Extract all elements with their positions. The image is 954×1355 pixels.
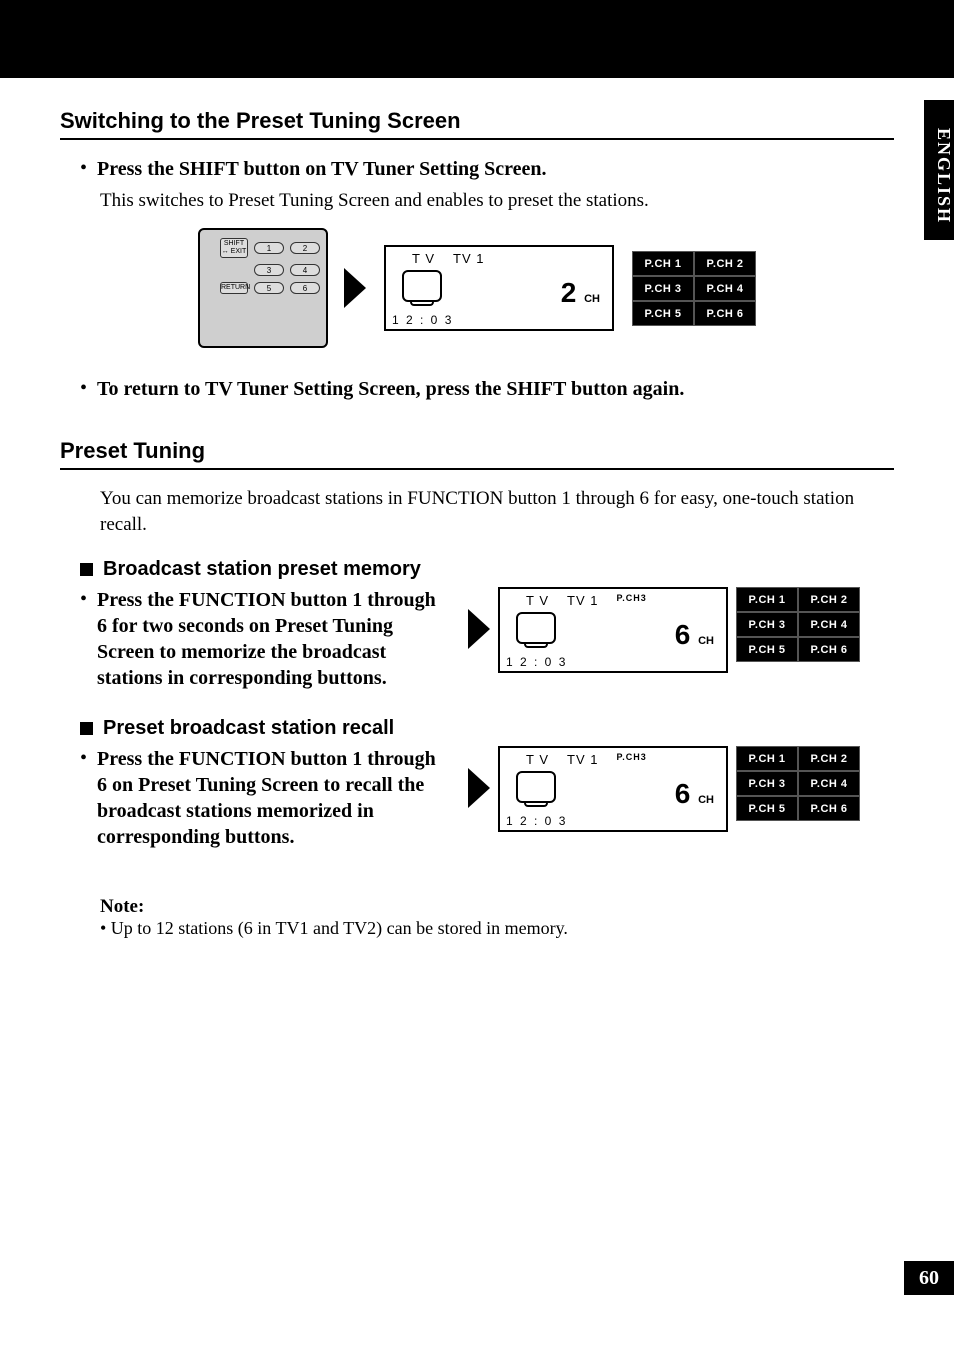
tv-screen-2: T V TV 1 P.CH3 6 CH 1 2 : 0 3	[498, 587, 728, 673]
description-text: This switches to Preset Tuning Screen an…	[100, 188, 894, 214]
remote-button-2: 2	[290, 242, 320, 254]
pch-cell-2: P.CH 2	[798, 746, 860, 771]
tv-channel: 2 CH	[561, 277, 600, 309]
sub-heading-memory: Broadcast station preset memory	[60, 558, 894, 581]
bullet-text: Press the SHIFT button on TV Tuner Setti…	[97, 156, 547, 182]
section-title-preset: Preset Tuning	[60, 438, 894, 470]
tv-icon	[402, 270, 442, 302]
tv-time: 1 2 : 0 3	[392, 313, 453, 327]
sub-heading-text: Broadcast station preset memory	[103, 558, 421, 581]
tv-pch-label: P.CH3	[616, 752, 646, 767]
pch-cell-4: P.CH 4	[798, 771, 860, 796]
tv-time: 1 2 : 0 3	[506, 814, 567, 828]
tv-channel: 6 CH	[675, 778, 714, 810]
arrow-right-icon	[346, 270, 366, 306]
note-text: • Up to 12 stations (6 in TV1 and TV2) c…	[100, 918, 894, 939]
remote-diagram: SHIFT ↔ EXIT 1 2 3 4 RETURN 5 6	[198, 228, 328, 348]
bullet-row: • Press the FUNCTION button 1 through 6 …	[80, 587, 440, 691]
remote-button-6: 6	[290, 282, 320, 294]
arrow-right-icon	[470, 770, 490, 806]
bullet-text: Press the FUNCTION button 1 through 6 fo…	[97, 587, 440, 691]
note-block: Note: • Up to 12 stations (6 in TV1 and …	[100, 896, 894, 939]
remote-shift-button: SHIFT ↔ EXIT	[220, 238, 248, 258]
bullet-row: • To return to TV Tuner Setting Screen, …	[80, 376, 894, 402]
tv-channel: 6 CH	[675, 619, 714, 651]
remote-button-3: 3	[254, 264, 284, 276]
pch-cell-1: P.CH 1	[736, 746, 798, 771]
pch-grid: P.CH 1 P.CH 2 P.CH 3 P.CH 4 P.CH 5 P.CH …	[736, 746, 860, 821]
pch-grid: P.CH 1 P.CH 2 P.CH 3 P.CH 4 P.CH 5 P.CH …	[632, 251, 756, 326]
page-content: Switching to the Preset Tuning Screen • …	[0, 78, 954, 939]
language-tab: ENGLISH	[924, 100, 954, 240]
two-column-row: • Press the FUNCTION button 1 through 6 …	[60, 587, 894, 697]
tv-label: T V	[526, 752, 549, 767]
pch-cell-1: P.CH 1	[632, 251, 694, 276]
sub-heading-recall: Preset broadcast station recall	[60, 717, 894, 740]
pch-cell-5: P.CH 5	[736, 637, 798, 662]
bullet-icon: •	[80, 587, 87, 611]
pch-cell-3: P.CH 3	[736, 612, 798, 637]
tv-screen-1: T V TV 1 2 CH 1 2 : 0 3	[384, 245, 614, 331]
pch-grid: P.CH 1 P.CH 2 P.CH 3 P.CH 4 P.CH 5 P.CH …	[736, 587, 860, 662]
section-title-switching: Switching to the Preset Tuning Screen	[60, 108, 894, 140]
tv-sublabel: TV 1	[567, 752, 598, 767]
sub-heading-text: Preset broadcast station recall	[103, 717, 394, 740]
tv-label: T V	[526, 593, 549, 608]
pch-cell-2: P.CH 2	[694, 251, 756, 276]
pch-cell-1: P.CH 1	[736, 587, 798, 612]
tv-sublabel: TV 1	[567, 593, 598, 608]
remote-button-5: 5	[254, 282, 284, 294]
bullet-row: • Press the FUNCTION button 1 through 6 …	[80, 746, 440, 850]
tv-icon	[516, 612, 556, 644]
arrow-right-icon	[470, 611, 490, 647]
pch-cell-3: P.CH 3	[632, 276, 694, 301]
pch-cell-6: P.CH 6	[798, 796, 860, 821]
tv-screen-3: T V TV 1 P.CH3 6 CH 1 2 : 0 3	[498, 746, 728, 832]
square-icon	[80, 722, 93, 735]
section-intro: You can memorize broadcast stations in F…	[100, 486, 894, 538]
tv-icon	[516, 771, 556, 803]
tv-pch-label: P.CH3	[616, 593, 646, 608]
remote-button-1: 1	[254, 242, 284, 254]
bullet-text: Press the FUNCTION button 1 through 6 on…	[97, 746, 440, 850]
page-header-bar	[0, 0, 954, 78]
tv-time: 1 2 : 0 3	[506, 655, 567, 669]
bullet-row: • Press the SHIFT button on TV Tuner Set…	[80, 156, 894, 182]
bullet-icon: •	[80, 376, 87, 400]
two-column-row: • Press the FUNCTION button 1 through 6 …	[60, 746, 894, 856]
note-title: Note:	[100, 896, 894, 918]
pch-cell-4: P.CH 4	[798, 612, 860, 637]
pch-cell-4: P.CH 4	[694, 276, 756, 301]
square-icon	[80, 563, 93, 576]
tv-sublabel: TV 1	[453, 251, 484, 266]
tv-label: T V	[412, 251, 435, 266]
bullet-icon: •	[80, 746, 87, 770]
remote-return-button: RETURN	[220, 282, 248, 294]
bullet-icon: •	[80, 156, 87, 180]
remote-button-4: 4	[290, 264, 320, 276]
diagram-row-1: SHIFT ↔ EXIT 1 2 3 4 RETURN 5 6 T V TV 1	[60, 228, 894, 348]
pch-cell-5: P.CH 5	[632, 301, 694, 326]
pch-cell-6: P.CH 6	[694, 301, 756, 326]
page-number: 60	[904, 1261, 954, 1295]
pch-cell-2: P.CH 2	[798, 587, 860, 612]
pch-cell-5: P.CH 5	[736, 796, 798, 821]
pch-cell-3: P.CH 3	[736, 771, 798, 796]
bullet-text: To return to TV Tuner Setting Screen, pr…	[97, 376, 684, 402]
pch-cell-6: P.CH 6	[798, 637, 860, 662]
